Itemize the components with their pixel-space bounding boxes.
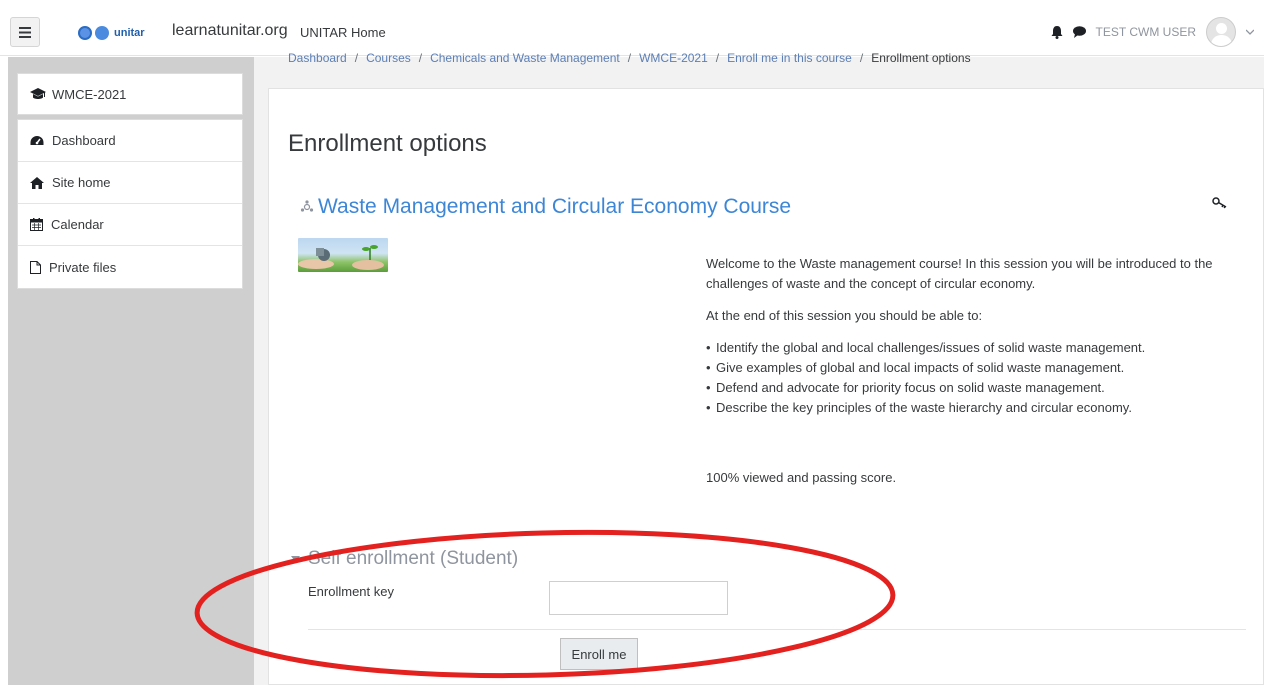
avatar[interactable] (1206, 17, 1236, 47)
completion-criteria: 100% viewed and passing score. (706, 470, 897, 485)
home-icon (30, 176, 44, 189)
section-title: Self enrollment (Student) (308, 548, 519, 569)
menu-toggle-button[interactable] (10, 17, 40, 47)
sidebar-item-private-files[interactable]: Private files (18, 246, 242, 288)
course-summary: Welcome to the Waste management course! … (706, 254, 1236, 418)
list-item: Defend and advocate for priority focus o… (706, 378, 1236, 398)
breadcrumb-item-courses[interactable]: Courses (366, 51, 411, 65)
sidebar-item-label: Private files (49, 259, 117, 275)
objectives-list: Identify the global and local challenges… (706, 338, 1236, 418)
unitar-emblem-icon (95, 26, 109, 40)
summary-lead: At the end of this session you should be… (706, 308, 983, 323)
course-category-icon (300, 200, 314, 212)
list-item: Give examples of global and local impact… (706, 358, 1236, 378)
un-emblem-icon (78, 26, 92, 40)
breadcrumb: Dashboard / Courses / Chemicals and Waste Ma… (288, 51, 971, 65)
breadcrumb-item-category[interactable]: Chemicals and Waste Management (430, 51, 620, 65)
site-name[interactable]: learnatunitar.org (172, 22, 288, 40)
sidebar-item-label: Calendar (51, 217, 104, 232)
caret-down-icon (291, 555, 300, 562)
key-icon (1212, 197, 1227, 209)
breadcrumb-item-enrol[interactable]: Enroll me in this course (727, 51, 852, 65)
graduation-cap-icon (30, 88, 46, 99)
sidebar-item-dashboard[interactable]: Dashboard (18, 120, 242, 162)
divider (308, 629, 1246, 630)
logo-text: unitar (114, 27, 145, 39)
sidebar-item-calendar[interactable]: Calendar (18, 204, 242, 246)
file-icon (30, 260, 41, 274)
enroll-me-button[interactable]: Enroll me (560, 638, 638, 670)
sidebar-item-label: Site home (52, 175, 111, 190)
chat-bubble-icon[interactable] (1072, 26, 1086, 38)
breadcrumb-current: Enrollment options (871, 51, 971, 65)
nav-drawer: WMCE-2021 Dashboard Site home Calendar P… (8, 57, 254, 685)
enrollment-key-label: Enrollment key (308, 584, 394, 599)
course-title: Waste Management and Circular Economy Co… (318, 195, 792, 218)
enrollment-key-input[interactable] (549, 581, 728, 615)
list-item: Identify the global and local challenges… (706, 338, 1236, 358)
top-navbar: unitar learnatunitar.org UNITAR Home TES… (0, 8, 1264, 56)
dashboard-icon (30, 135, 44, 145)
sidebar-item-site-home[interactable]: Site home (18, 162, 242, 204)
page-title: Enrollment options (288, 130, 487, 157)
sidebar-item-course[interactable]: WMCE-2021 (17, 73, 243, 115)
breadcrumb-item-course[interactable]: WMCE-2021 (639, 51, 708, 65)
calendar-icon (30, 218, 43, 231)
sidebar-item-label: WMCE-2021 (52, 86, 127, 102)
hamburger-icon (19, 26, 31, 38)
caret-down-icon[interactable] (1246, 29, 1254, 35)
unitar-logo[interactable]: unitar (78, 24, 145, 42)
self-enrollment-section-toggle[interactable]: Self enrollment (Student) (291, 548, 518, 570)
unitar-home-link[interactable]: UNITAR Home (300, 25, 386, 40)
breadcrumb-item-dashboard[interactable]: Dashboard (288, 51, 347, 65)
bell-icon[interactable] (1051, 25, 1063, 39)
summary-intro: Welcome to the Waste management course! … (706, 256, 1213, 291)
username[interactable]: TEST CWM USER (1096, 25, 1196, 39)
list-item: Describe the key principles of the waste… (706, 398, 1236, 418)
course-image (298, 238, 388, 272)
course-title-link[interactable]: Waste Management and Circular Economy Co… (300, 195, 791, 219)
user-menu-area: TEST CWM USER (1051, 17, 1254, 47)
page: unitar learnatunitar.org UNITAR Home TES… (0, 0, 1264, 685)
sidebar-item-label: Dashboard (52, 133, 116, 148)
sidebar-list: Dashboard Site home Calendar Private fil… (17, 119, 243, 289)
